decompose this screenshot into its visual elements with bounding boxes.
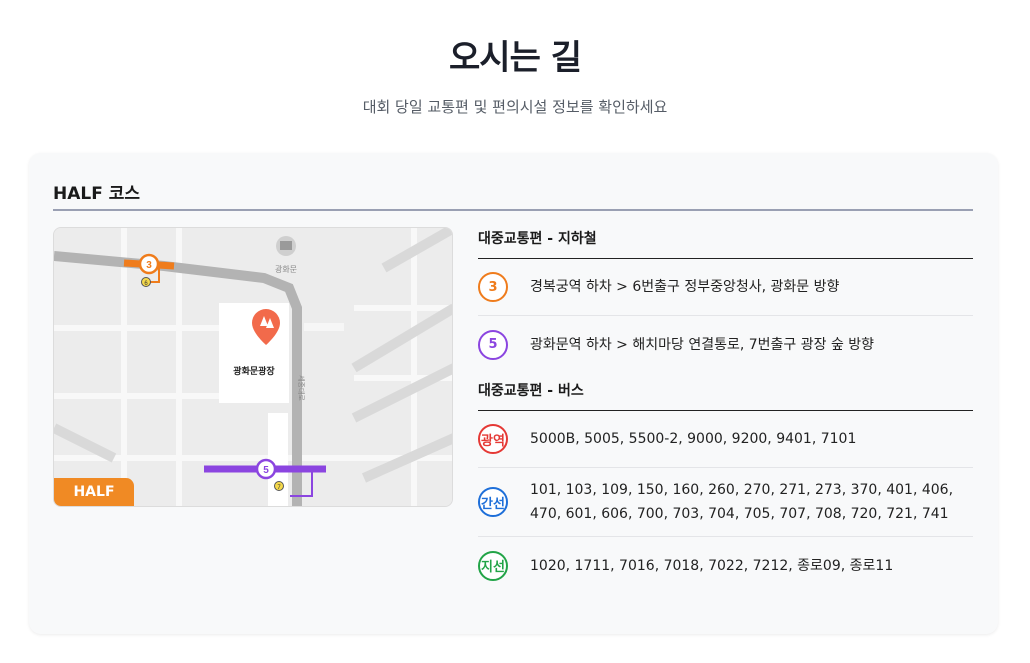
page-title: 오시는 길 [449,38,582,78]
bus-type-badge: 광역 [478,424,508,454]
subway-item-text: 경복궁역 하차 > 6번출구 정부중앙청사, 광화문 방향 [530,279,840,295]
bus-list: 광역 5000B, 5005, 5500-2, 9000, 9200, 9401,… [478,411,973,594]
bus-item: 간선 101, 103, 109, 150, 160, 260, 270, 271… [478,468,973,537]
map-road-label: 세종대로 [297,375,306,401]
course-card: HALF 코스 3 6 광화문 광화문광장 세종대로 5 7 HALF 대중교통… [29,153,998,634]
subway-item: 5 광화문역 하차 > 해치마당 연결통로, 7번출구 광장 숲 방향 [478,316,973,373]
bus-heading: 대중교통편 - 버스 [478,379,973,411]
bus-item-text: 5000B, 5005, 5500-2, 9000, 9200, 9401, 7… [530,431,857,447]
subway-list: 3 경복궁역 하차 > 6번출구 정부중앙청사, 광화문 방향 5 광화문역 하차 >… [478,259,973,373]
page-subtitle: 대회 당일 교통편 및 편의시설 정보를 확인하세요 [362,98,668,116]
subway-heading: 대중교통편 - 지하철 [478,227,973,259]
bus-type-badge: 간선 [478,487,508,517]
bus-type-badge: 지선 [478,550,508,581]
title-divider [53,209,973,211]
transport-info: 대중교통편 - 지하철 3 경복궁역 하차 > 6번출구 정부중앙청사, 광화문 … [478,227,973,594]
bus-item-text: 101, 103, 109, 150, 160, 260, 270, 271, … [530,482,954,522]
subway-item-text: 광화문역 하차 > 해치마당 연결통로, 7번출구 광장 숲 방향 [530,336,875,353]
map-graphic: 3 6 광화문 광화문광장 세종대로 5 7 [54,228,452,506]
subway-line-badge: 3 [478,272,508,302]
subway-item: 3 경복궁역 하차 > 6번출구 정부중앙청사, 광화문 방향 [478,259,973,316]
bus-item: 광역 5000B, 5005, 5500-2, 9000, 9200, 9401,… [478,411,973,468]
bus-item: 지선 1020, 1711, 7016, 7018, 7022, 7212, 종로… [478,537,973,594]
course-badge: HALF [54,478,134,506]
map-marker-3: 3 [146,260,152,271]
bus-item-text: 1020, 1711, 7016, 7018, 7022, 7212, 종로09… [530,557,894,574]
course-map[interactable]: 3 6 광화문 광화문광장 세종대로 5 7 HALF [53,227,453,507]
course-title: HALF 코스 [53,184,141,204]
subway-line-badge: 5 [478,329,508,360]
map-marker-5: 5 [263,465,269,476]
map-place-label: 광화문광장 [233,365,275,376]
map-gate-label: 광화문 [275,264,297,274]
